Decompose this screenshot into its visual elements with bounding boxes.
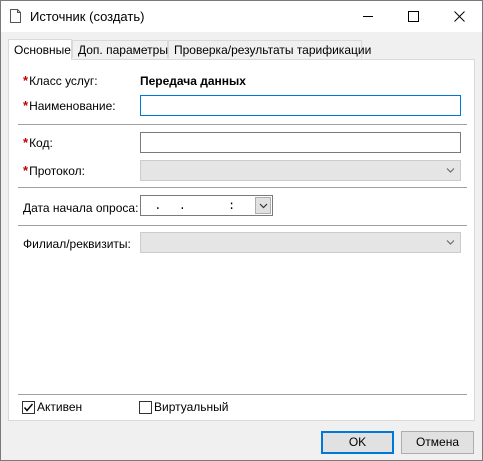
active-label: Активен <box>37 400 83 414</box>
required-mark: * <box>23 73 29 88</box>
protocol-label: *Протокол: <box>23 163 85 178</box>
separator <box>18 225 467 226</box>
date-mask: . . : : <box>146 199 261 213</box>
virtual-checkbox[interactable] <box>139 401 152 414</box>
code-label: *Код: <box>23 135 53 150</box>
protocol-select[interactable] <box>140 160 461 181</box>
maximize-icon <box>408 10 419 22</box>
separator <box>18 394 467 395</box>
maximize-button[interactable] <box>391 1 436 31</box>
title-bar: Источник (создать) <box>1 1 482 32</box>
close-button[interactable] <box>437 1 482 31</box>
virtual-label: Виртуальный <box>154 400 229 414</box>
tab-main[interactable]: Основные <box>8 39 72 60</box>
tab-panel-main: *Класс услуг: Передача данных *Наименова… <box>8 59 475 421</box>
tab-strip: Основные Доп. параметры Проверка/результ… <box>8 39 468 60</box>
close-icon <box>454 10 465 22</box>
cancel-button[interactable]: Отмена <box>401 431 474 454</box>
tab-check-results[interactable]: Проверка/результаты тарификации <box>168 40 371 58</box>
required-mark: * <box>23 163 29 178</box>
name-input[interactable] <box>140 95 461 116</box>
poll-start-date-input[interactable]: . . : : <box>140 195 273 216</box>
dialog-window: Источник (создать) Основные Доп. парамет… <box>0 0 483 461</box>
branch-label: Филиал/реквизиты: <box>23 237 131 251</box>
name-label: *Наименование: <box>23 98 116 113</box>
required-mark: * <box>23 98 29 113</box>
separator <box>18 124 467 125</box>
minimize-icon <box>363 15 373 17</box>
ok-button[interactable]: OK <box>321 431 394 454</box>
code-input[interactable] <box>140 132 461 153</box>
service-class-value: Передача данных <box>140 74 246 88</box>
chevron-down-icon <box>259 203 268 209</box>
branch-select[interactable] <box>140 232 461 253</box>
service-class-label: *Класс услуг: <box>23 73 98 88</box>
checkmark-icon <box>23 403 34 412</box>
tab-extra-params[interactable]: Доп. параметры <box>72 40 168 58</box>
minimize-button[interactable] <box>346 1 391 31</box>
required-mark: * <box>23 135 29 150</box>
document-icon <box>10 9 21 23</box>
chevron-down-icon <box>446 168 455 173</box>
chevron-down-icon <box>446 240 455 245</box>
separator <box>18 187 467 188</box>
poll-start-label: Дата начала опроса: <box>23 201 139 215</box>
window-title: Источник (создать) <box>30 9 145 24</box>
active-checkbox[interactable] <box>22 401 35 414</box>
date-dropdown-button[interactable] <box>255 197 271 214</box>
